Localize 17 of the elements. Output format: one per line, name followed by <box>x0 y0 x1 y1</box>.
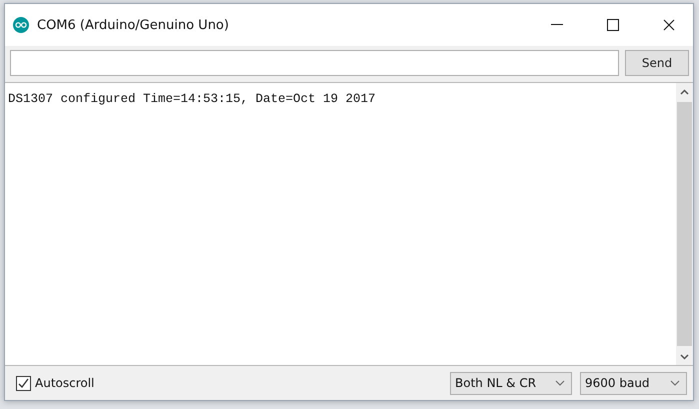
chevron-down-icon <box>555 380 565 386</box>
output-line: DS1307 configured Time=14:53:15, Date=Oct 19 2017 <box>8 92 377 106</box>
chevron-down-icon <box>670 380 680 386</box>
app-logo-icon <box>13 17 29 33</box>
autoscroll-checkbox[interactable] <box>16 376 31 390</box>
minimize-icon[interactable] <box>551 24 563 26</box>
message-field[interactable] <box>10 50 619 76</box>
send-button[interactable]: Send <box>625 50 689 76</box>
baud-rate-dropdown[interactable]: 9600 baud <box>580 372 687 394</box>
window-title: COM6 (Arduino/Genuino Uno) <box>37 18 230 32</box>
scroll-up-icon[interactable] <box>680 88 689 94</box>
line-ending-dropdown[interactable]: Both NL & CR <box>450 372 572 394</box>
scrollbar-thumb[interactable] <box>677 102 692 346</box>
close-icon[interactable] <box>663 19 675 31</box>
autoscroll-label: Autoscroll <box>35 376 94 390</box>
scroll-down-icon[interactable] <box>680 354 689 360</box>
maximize-icon[interactable] <box>607 19 619 31</box>
